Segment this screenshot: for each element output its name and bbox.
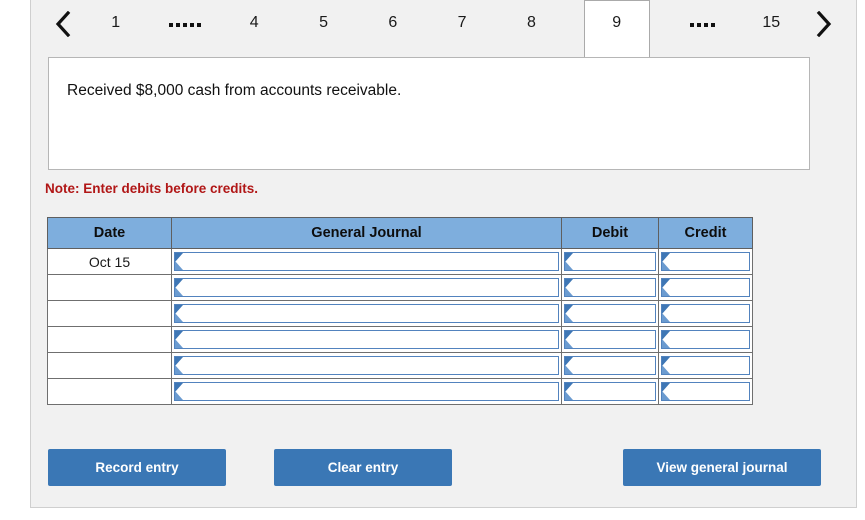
general-journal-field-cell <box>172 353 562 379</box>
table-row <box>48 301 753 327</box>
ellipsis-dot <box>711 23 715 27</box>
tab-strip: 1 456789 15 <box>31 0 856 58</box>
table-row <box>48 327 753 353</box>
view-general-journal-button[interactable]: View general journal <box>623 449 821 486</box>
clear-entry-button[interactable]: Clear entry <box>274 449 452 486</box>
date-cell[interactable] <box>48 275 172 301</box>
tab-15[interactable]: 15 <box>754 0 788 45</box>
credit-field-cell <box>659 353 753 379</box>
tab-9[interactable]: 9 <box>584 0 650 58</box>
ellipsis-dot <box>183 23 187 27</box>
tab-list: 1 456789 15 <box>81 0 806 58</box>
journal-entry-worksheet: 1 456789 15 Received $8,000 cash from acco… <box>30 0 857 508</box>
credit-field[interactable] <box>661 382 750 401</box>
date-cell[interactable] <box>48 353 172 379</box>
tab-ellipsis-separator <box>168 0 202 45</box>
column-header-credit: Credit <box>659 218 753 249</box>
ellipsis-dot <box>190 23 194 27</box>
debit-field-cell <box>562 327 659 353</box>
credit-field[interactable] <box>661 304 750 323</box>
date-cell[interactable]: Oct 15 <box>48 249 172 275</box>
credit-field[interactable] <box>661 252 750 271</box>
credit-field-cell <box>659 275 753 301</box>
general-journal-table: Date General Journal Debit Credit Oct 15 <box>47 217 753 405</box>
journal-table-body: Oct 15 <box>48 249 753 405</box>
general-journal-field-cell <box>172 379 562 405</box>
general-journal-field[interactable] <box>174 304 559 323</box>
general-journal-field-cell <box>172 249 562 275</box>
journal-header-row: Date General Journal Debit Credit <box>48 218 753 249</box>
debit-field[interactable] <box>564 356 656 375</box>
general-journal-field[interactable] <box>174 278 559 297</box>
debit-field[interactable] <box>564 382 656 401</box>
credit-field[interactable] <box>661 356 750 375</box>
credit-field[interactable] <box>661 330 750 349</box>
general-journal-field[interactable] <box>174 382 559 401</box>
debits-before-credits-note: Note: Enter debits before credits. <box>45 181 258 196</box>
tab-7[interactable]: 7 <box>445 0 479 45</box>
column-header-general-journal: General Journal <box>172 218 562 249</box>
debit-field-cell <box>562 249 659 275</box>
tab-8[interactable]: 8 <box>514 0 548 45</box>
column-header-date: Date <box>48 218 172 249</box>
ellipsis-dot <box>169 23 173 27</box>
debit-field-cell <box>562 379 659 405</box>
credit-field[interactable] <box>661 278 750 297</box>
credit-field-cell <box>659 327 753 353</box>
general-journal-field[interactable] <box>174 252 559 271</box>
table-row <box>48 275 753 301</box>
chevron-left-icon[interactable] <box>45 0 81 48</box>
column-header-debit: Debit <box>562 218 659 249</box>
ellipsis-dot <box>690 23 694 27</box>
tab-1[interactable]: 1 <box>99 0 133 45</box>
debit-field-cell <box>562 353 659 379</box>
general-journal-field-cell <box>172 275 562 301</box>
credit-field-cell <box>659 301 753 327</box>
debit-field[interactable] <box>564 304 656 323</box>
table-row <box>48 353 753 379</box>
table-row: Oct 15 <box>48 249 753 275</box>
debit-field-cell <box>562 275 659 301</box>
general-journal-field[interactable] <box>174 330 559 349</box>
tab-6[interactable]: 6 <box>376 0 410 45</box>
chevron-right-glyph <box>816 11 832 37</box>
general-journal-field-cell <box>172 327 562 353</box>
table-row <box>48 379 753 405</box>
general-journal-field-cell <box>172 301 562 327</box>
ellipsis-dot <box>704 23 708 27</box>
tab-5[interactable]: 5 <box>307 0 341 45</box>
journal-table-head: Date General Journal Debit Credit <box>48 218 753 249</box>
debit-field-cell <box>562 301 659 327</box>
ellipsis-dot <box>697 23 701 27</box>
ellipsis-dot <box>197 23 201 27</box>
debit-field[interactable] <box>564 252 656 271</box>
chevron-right-icon[interactable] <box>806 0 842 48</box>
date-cell[interactable] <box>48 379 172 405</box>
chevron-left-glyph <box>55 11 71 37</box>
tab-4[interactable]: 4 <box>237 0 271 45</box>
general-journal-field[interactable] <box>174 356 559 375</box>
debit-field[interactable] <box>564 330 656 349</box>
credit-field-cell <box>659 249 753 275</box>
transaction-description-box: Received $8,000 cash from accounts recei… <box>48 57 810 170</box>
tab-ellipsis-separator <box>685 0 719 45</box>
date-cell[interactable] <box>48 327 172 353</box>
record-entry-button[interactable]: Record entry <box>48 449 226 486</box>
ellipsis-dot <box>176 23 180 27</box>
debit-field[interactable] <box>564 278 656 297</box>
transaction-description-text: Received $8,000 cash from accounts recei… <box>67 82 809 100</box>
credit-field-cell <box>659 379 753 405</box>
date-cell[interactable] <box>48 301 172 327</box>
